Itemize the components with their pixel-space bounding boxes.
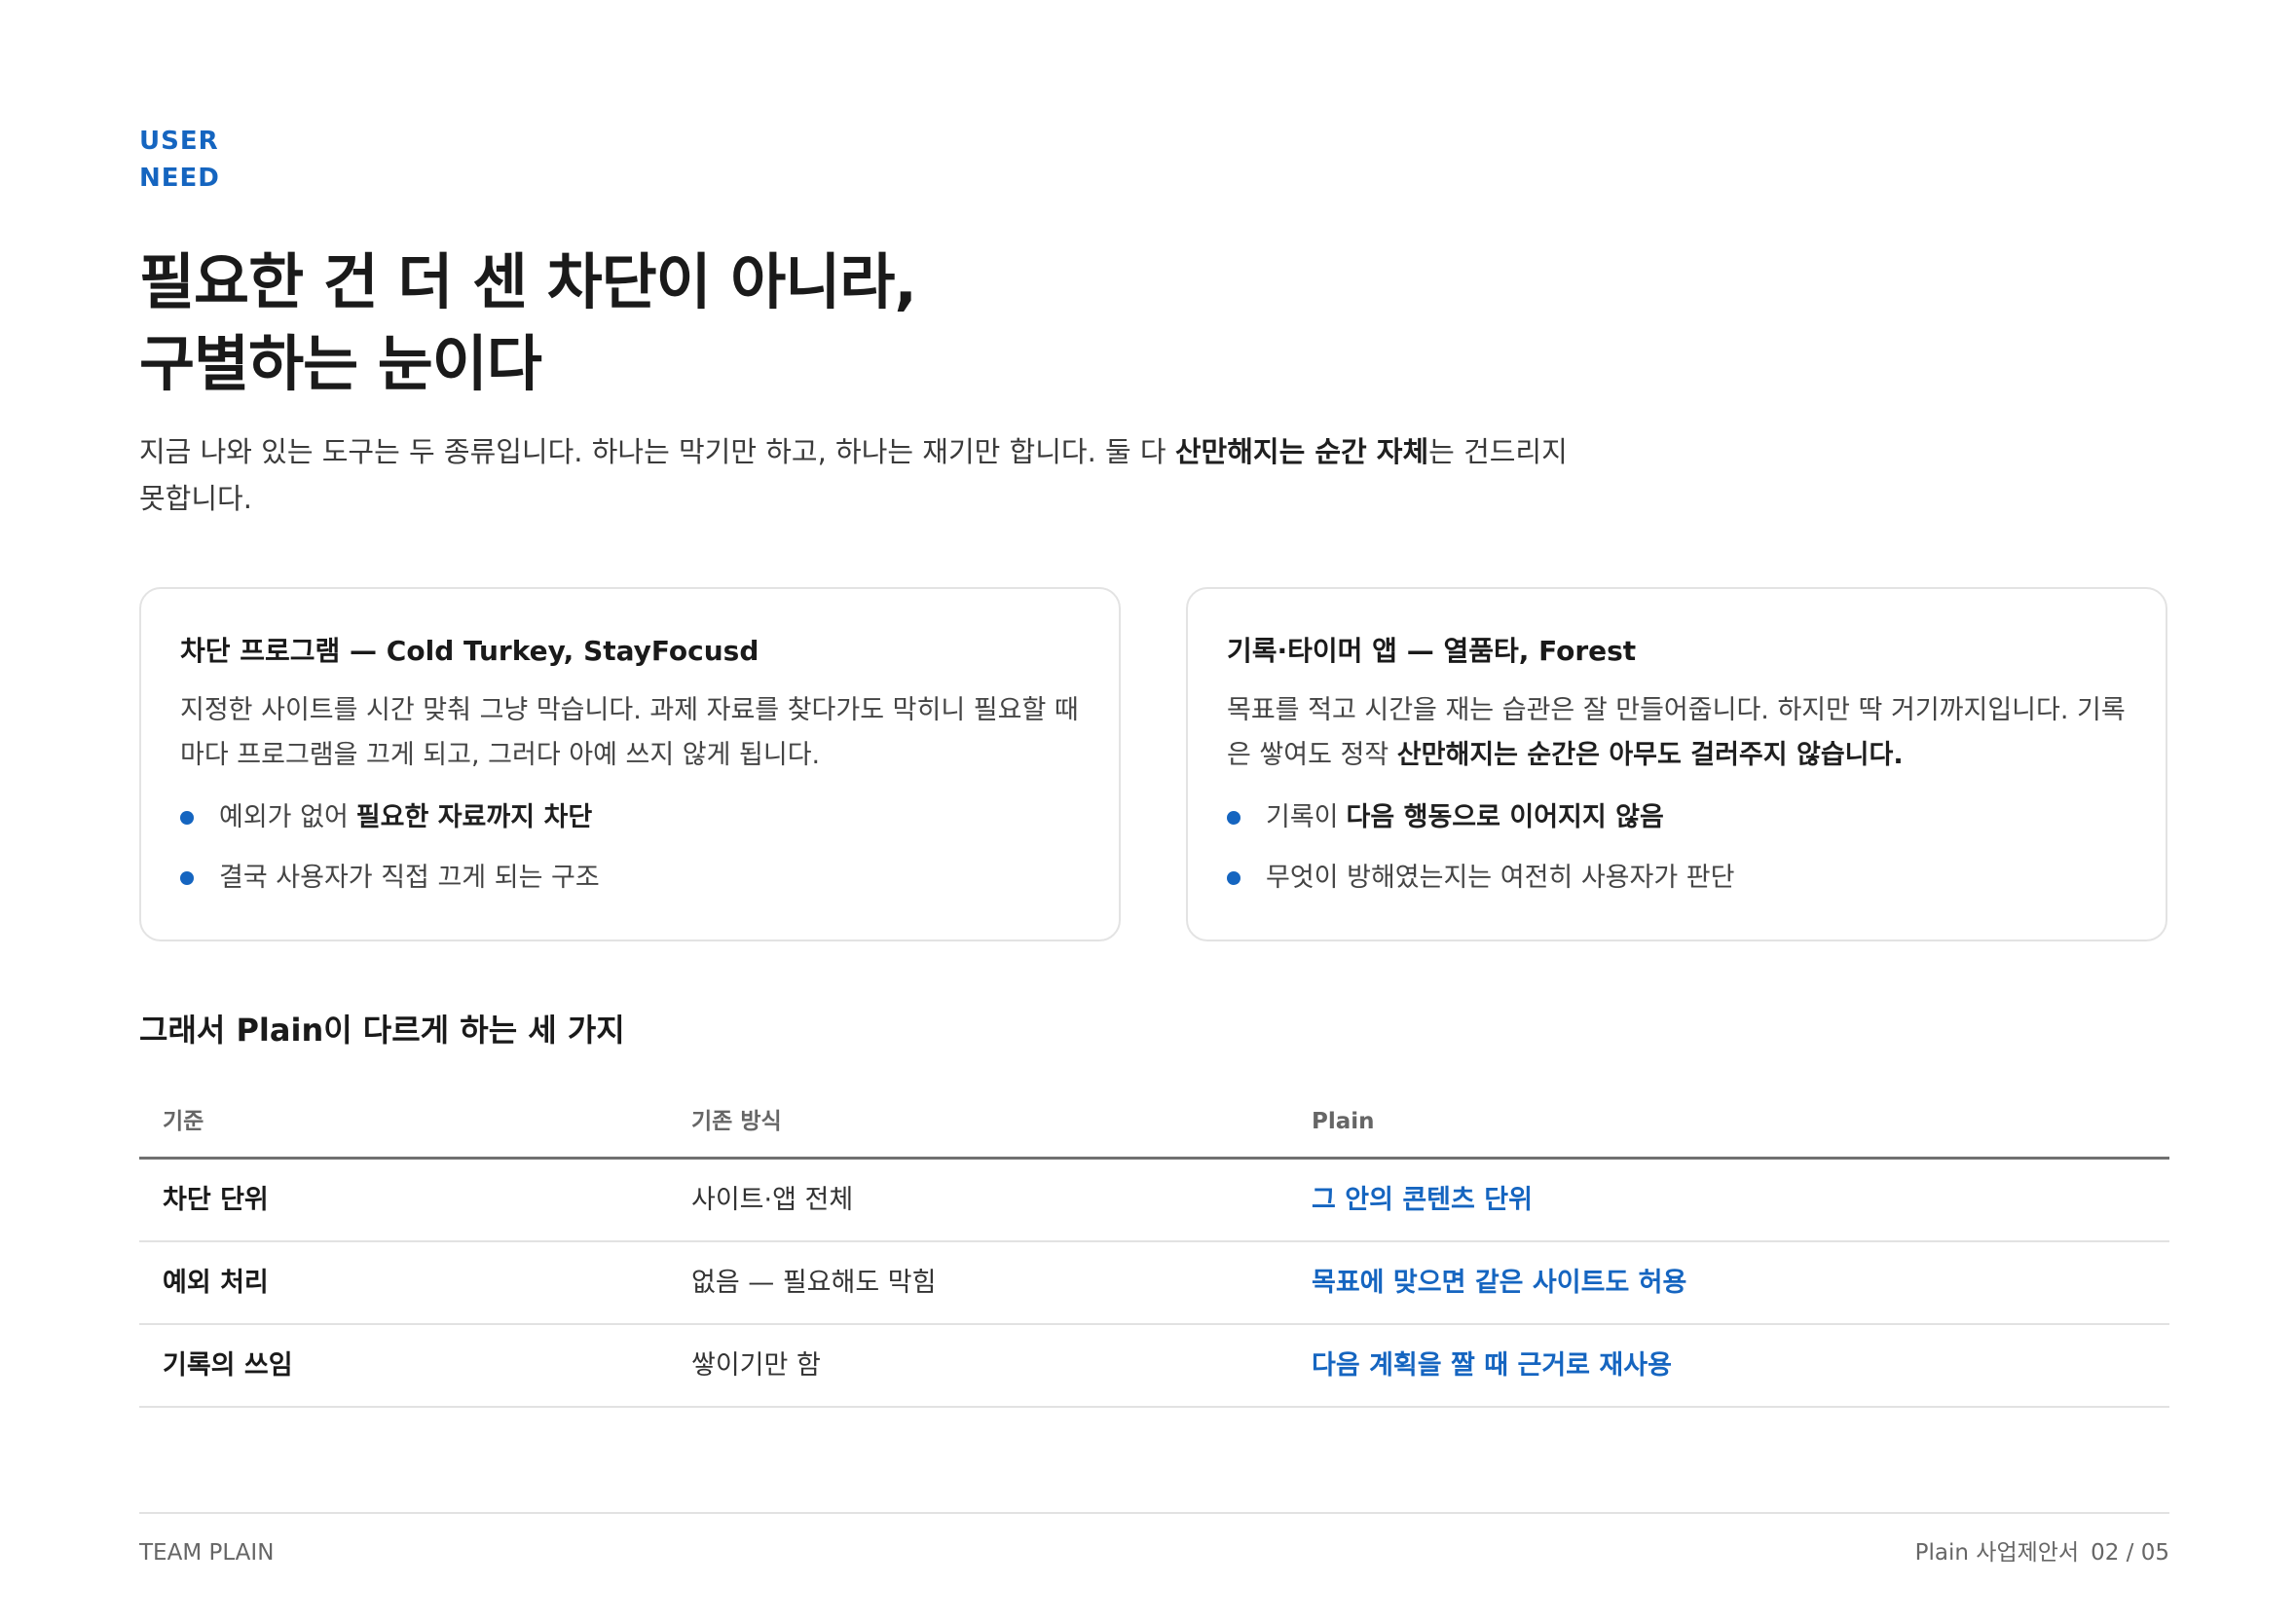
section-title: 그래서 Plain이 다르게 하는 세 가지 (139, 1012, 625, 1049)
footer-divider (139, 1512, 2169, 1514)
eyebrow-label: USER NEED (139, 123, 220, 197)
bullet-dot-icon (180, 871, 194, 885)
bullet-text: 기록이 (1266, 802, 1339, 832)
card-bullet: 결국 사용자가 직접 끄게 되는 구조 (180, 858, 1080, 899)
column-header-criteria: 기준 (163, 1108, 204, 1134)
card-bullet: 무엇이 방해였는지는 여전히 사용자가 판단 (1227, 858, 2127, 899)
card-bullet: 기록이 다음 행동으로 이어지지 않음 (1227, 797, 2127, 838)
title-line-2: 구별하는 눈이다 (139, 328, 542, 399)
table-cell-criteria: 차단 단위 (163, 1184, 269, 1215)
card-title: 기록·타이머 앱 — 열품타, Forest (1227, 635, 1637, 667)
table-cell-criteria: 예외 처리 (163, 1267, 269, 1298)
bullet-dot-icon (1227, 871, 1241, 885)
card-bullet-list: 기록이 다음 행동으로 이어지지 않음 무엇이 방해였는지는 여전히 사용자가 … (1227, 797, 2127, 899)
table-cell-plain: 목표에 맞으면 같은 사이트도 허용 (1312, 1267, 1687, 1298)
bullet-dot-icon (1227, 811, 1241, 825)
title-line-1: 필요한 건 더 센 차단이 아니라, (139, 246, 917, 317)
card-bullet-list: 예외가 없어 필요한 자료까지 차단 결국 사용자가 직접 끄게 되는 구조 (180, 797, 1080, 899)
page-number: 02 / 05 (2091, 1540, 2169, 1566)
slide: USER NEED 필요한 건 더 센 차단이 아니라, 구별하는 눈이다 지금… (139, 0, 2169, 1622)
eyebrow-line-1: USER (139, 127, 219, 156)
table-cell-existing: 사이트·앱 전체 (691, 1184, 854, 1215)
table-cell-existing: 없음 — 필요해도 막힘 (691, 1267, 937, 1298)
table-cell-plain: 다음 계획을 짤 때 근거로 재사용 (1312, 1349, 1672, 1381)
bullet-text: 예외가 없어 (219, 802, 349, 832)
page-title: 필요한 건 더 센 차단이 아니라, 구별하는 눈이다 (139, 241, 917, 405)
bullet-text: 결국 사용자가 직접 끄게 되는 구조 (219, 863, 600, 893)
bullet-emphasis: 필요한 자료까지 차단 (355, 802, 593, 832)
card-description: 지정한 사이트를 시간 맞춰 그냥 막습니다. 과제 자료를 찾다가도 막히니 … (180, 695, 1079, 770)
footer-team-name: TEAM PLAIN (139, 1540, 275, 1566)
table-row: 차단 단위 사이트·앱 전체 그 안의 콘텐츠 단위 (139, 1160, 2169, 1242)
column-header-existing: 기존 방식 (691, 1108, 782, 1134)
card-description: 목표를 적고 시간을 재는 습관은 잘 만들어줍니다. 하지만 딱 거기까지입니… (1227, 688, 2127, 778)
table-row: 예외 처리 없음 — 필요해도 막힘 목표에 맞으면 같은 사이트도 허용 (139, 1242, 2169, 1325)
comparison-table: 기준 기존 방식 Plain 차단 단위 사이트·앱 전체 그 안의 콘텐츠 단… (139, 1086, 2169, 1408)
table-row: 기록의 쓰임 쌓이기만 함 다음 계획을 짤 때 근거로 재사용 (139, 1325, 2169, 1408)
bullet-text: 무엇이 방해였는지는 여전히 사용자가 판단 (1266, 863, 1735, 893)
column-header-plain: Plain (1312, 1108, 1375, 1134)
footer-doc-title: Plain 사업제안서 (1914, 1540, 2080, 1566)
intro-emphasis: 산만해지는 순간 자체 (1174, 435, 1429, 468)
table-cell-criteria: 기록의 쓰임 (163, 1349, 293, 1381)
eyebrow-line-2: NEED (139, 164, 220, 193)
card-description-emphasis: 산만해지는 순간은 아무도 걸러주지 않습니다. (1396, 740, 1904, 770)
card-blocking-programs: 차단 프로그램 — Cold Turkey, StayFocusd 지정한 사이… (139, 587, 1121, 941)
bullet-emphasis: 다음 행동으로 이어지지 않음 (1346, 802, 1664, 832)
card-title: 차단 프로그램 — Cold Turkey, StayFocusd (180, 635, 759, 667)
bullet-dot-icon (180, 811, 194, 825)
intro-paragraph: 지금 나와 있는 도구는 두 종류입니다. 하나는 막기만 하고, 하나는 재기… (139, 428, 1600, 522)
card-bullet: 예외가 없어 필요한 자료까지 차단 (180, 797, 1080, 838)
table-cell-existing: 쌓이기만 함 (691, 1349, 821, 1381)
card-timer-apps: 기록·타이머 앱 — 열품타, Forest 목표를 적고 시간을 재는 습관은… (1186, 587, 2167, 941)
intro-text-1: 지금 나와 있는 도구는 두 종류입니다. 하나는 막기만 하고, 하나는 재기… (139, 435, 1175, 468)
footer-doc-info: Plain 사업제안서 02 / 05 (1915, 1536, 2169, 1569)
table-header-row: 기준 기존 방식 Plain (139, 1086, 2169, 1160)
table-cell-plain: 그 안의 콘텐츠 단위 (1312, 1184, 1533, 1215)
